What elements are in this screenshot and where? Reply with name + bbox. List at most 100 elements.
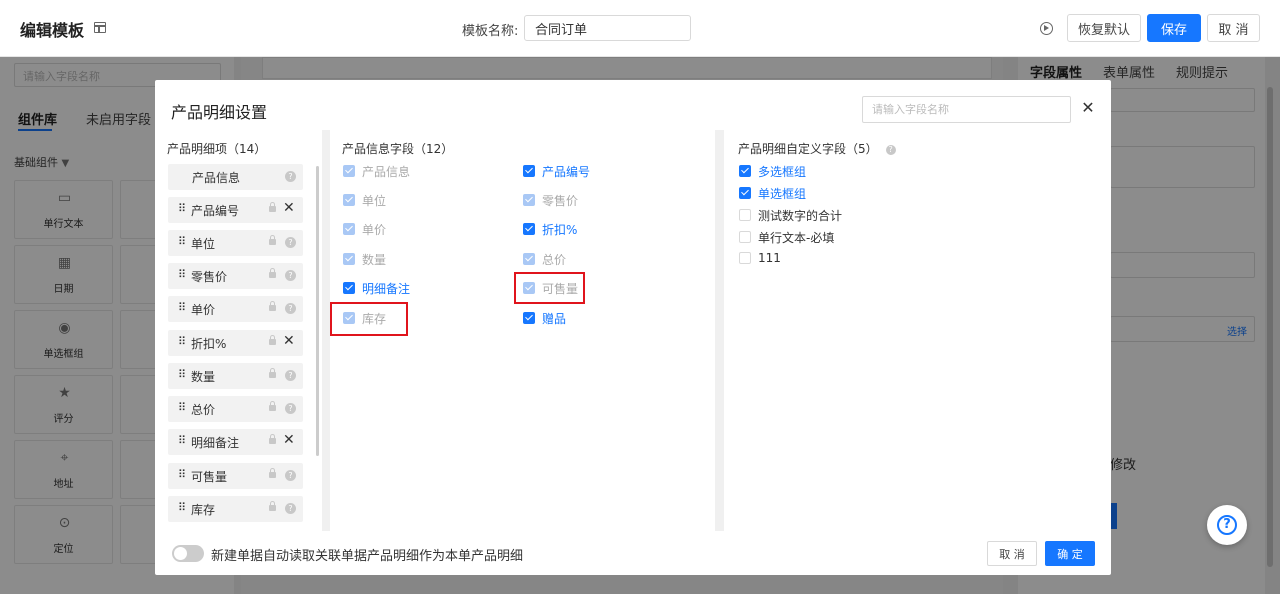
checkbox[interactable] — [739, 209, 751, 221]
item-label: 产品编号 — [191, 204, 240, 218]
list-item[interactable]: ⠿ 总价? — [168, 396, 303, 422]
help-icon: ? — [285, 370, 296, 381]
checkbox-field-unit-price[interactable]: 单价 — [343, 220, 386, 238]
drag-handle-icon[interactable]: ⠿ — [178, 501, 186, 514]
checkbox-field-total-price[interactable]: 总价 — [523, 250, 566, 268]
product-detail-settings-modal: 产品明细设置 ✕ 产品明细项（14） 产品信息? ⠿ 产品编号 ✕ ⠿ 单位? ⠿ 零售… — [155, 80, 1111, 575]
list-item[interactable]: ⠿ 明细备注 ✕ — [168, 429, 303, 455]
checkbox[interactable] — [739, 252, 751, 264]
checkbox-label: 产品信息 — [362, 164, 411, 179]
checkbox-label: 单价 — [362, 222, 387, 237]
checkbox-field-product-info[interactable]: 产品信息 — [343, 162, 410, 180]
drag-handle-icon[interactable]: ⠿ — [178, 202, 186, 215]
lock-icon — [269, 434, 276, 444]
lock-icon — [269, 368, 276, 378]
checkbox-custom-single-select[interactable]: 单选框组 — [739, 184, 806, 202]
checkbox[interactable] — [523, 223, 535, 235]
checkbox-label: 明细备注 — [362, 281, 411, 296]
modal-cancel-button[interactable]: 取 消 — [987, 541, 1037, 566]
preview-icon[interactable] — [1040, 22, 1053, 35]
list-scrollbar[interactable] — [316, 166, 319, 456]
item-label: 库存 — [191, 503, 216, 517]
checkbox[interactable] — [343, 194, 355, 206]
checkbox-field-quantity[interactable]: 数量 — [343, 250, 386, 268]
lock-icon — [269, 335, 276, 345]
drag-handle-icon[interactable]: ⠿ — [178, 335, 186, 348]
checkbox-field-product-code[interactable]: 产品编号 — [523, 162, 590, 180]
drag-handle-icon[interactable]: ⠿ — [178, 434, 186, 447]
checkbox-custom-text-required[interactable]: 单行文本-必填 — [739, 228, 834, 246]
checkbox-label: 折扣% — [542, 222, 578, 237]
list-item[interactable]: ⠿ 单位? — [168, 230, 303, 256]
checkbox-field-discount[interactable]: 折扣% — [523, 220, 577, 238]
checkbox-custom-number-sum[interactable]: 测试数字的合计 — [739, 206, 842, 224]
item-label: 明细备注 — [191, 436, 240, 450]
checkbox-field-unit[interactable]: 单位 — [343, 191, 386, 209]
drag-handle-icon[interactable]: ⠿ — [178, 268, 186, 281]
help-button[interactable]: ? — [1207, 505, 1247, 545]
checkbox-label: 单位 — [362, 193, 387, 208]
checkbox[interactable] — [523, 165, 535, 177]
drag-handle-icon[interactable]: ⠿ — [178, 468, 186, 481]
checkbox-custom-111[interactable]: 111 — [739, 249, 781, 267]
list-item[interactable]: 产品信息? — [168, 164, 303, 190]
item-label: 折扣% — [191, 337, 227, 351]
remove-icon[interactable]: ✕ — [283, 432, 295, 448]
drag-handle-icon[interactable]: ⠿ — [178, 235, 186, 248]
lock-icon — [269, 401, 276, 411]
lock-icon — [269, 468, 276, 478]
checkbox[interactable] — [523, 194, 535, 206]
checkbox[interactable] — [343, 165, 355, 177]
checkbox[interactable] — [523, 312, 535, 324]
help-icon: ? — [285, 470, 296, 481]
checkbox-label: 单选框组 — [758, 186, 807, 201]
layout-icon[interactable] — [94, 22, 106, 33]
restore-default-button[interactable]: 恢复默认 — [1067, 14, 1141, 42]
auto-read-toggle[interactable] — [172, 545, 204, 562]
checkbox[interactable] — [343, 282, 355, 294]
checkbox-field-retail-price[interactable]: 零售价 — [523, 191, 578, 209]
save-button[interactable]: 保存 — [1147, 14, 1201, 42]
item-label: 单价 — [191, 303, 216, 317]
remove-icon[interactable]: ✕ — [283, 333, 295, 349]
checkbox-label: 赠品 — [542, 311, 567, 326]
checkbox[interactable] — [739, 165, 751, 177]
template-name-input[interactable] — [524, 15, 691, 41]
checkbox[interactable] — [739, 231, 751, 243]
lock-icon — [269, 202, 276, 212]
item-label: 总价 — [191, 403, 216, 417]
help-icon: ? — [285, 237, 296, 248]
modal-title: 产品明细设置 — [171, 103, 268, 122]
checkbox-custom-multi-select[interactable]: 多选框组 — [739, 162, 806, 180]
list-item[interactable]: ⠿ 单价? — [168, 296, 303, 322]
checkbox[interactable] — [739, 187, 751, 199]
auto-read-toggle-label: 新建单据自动读取关联单据产品明细作为本单产品明细 — [211, 549, 524, 564]
remove-icon[interactable]: ✕ — [283, 200, 295, 216]
list-item[interactable]: ⠿ 库存? — [168, 496, 303, 522]
drag-handle-icon[interactable]: ⠿ — [178, 401, 186, 414]
modal-confirm-button[interactable]: 确 定 — [1045, 541, 1095, 566]
modal-search-input[interactable] — [862, 96, 1071, 123]
help-icon: ? — [285, 270, 296, 281]
checkbox[interactable] — [343, 223, 355, 235]
highlight-box-stock — [330, 302, 408, 336]
close-icon[interactable]: ✕ — [1079, 99, 1097, 117]
list-item[interactable]: ⠿ 产品编号 ✕ — [168, 197, 303, 223]
list-item[interactable]: ⠿ 可售量? — [168, 463, 303, 489]
checkbox-field-detail-note[interactable]: 明细备注 — [343, 279, 410, 297]
product-info-header: 产品信息字段（12） — [342, 142, 454, 156]
question-icon: ? — [1217, 515, 1237, 535]
modal-body: 产品明细项（14） 产品信息? ⠿ 产品编号 ✕ ⠿ 单位? ⠿ 零售价? ⠿ 单价? ⠿… — [155, 130, 1111, 531]
drag-handle-icon[interactable]: ⠿ — [178, 301, 186, 314]
custom-fields-column: 产品明细自定义字段（5）? 多选框组 单选框组 测试数字的合计 单行文本-必填 … — [724, 130, 1111, 531]
list-item[interactable]: ⠿ 折扣% ✕ — [168, 330, 303, 356]
cancel-button[interactable]: 取 消 — [1207, 14, 1260, 42]
list-item[interactable]: ⠿ 零售价? — [168, 263, 303, 289]
checkbox-field-gift[interactable]: 赠品 — [523, 309, 566, 327]
checkbox[interactable] — [523, 253, 535, 265]
list-item[interactable]: ⠿ 数量? — [168, 363, 303, 389]
drag-handle-icon[interactable]: ⠿ — [178, 368, 186, 381]
item-label: 单位 — [191, 237, 216, 251]
lock-icon — [269, 268, 276, 278]
checkbox[interactable] — [343, 253, 355, 265]
